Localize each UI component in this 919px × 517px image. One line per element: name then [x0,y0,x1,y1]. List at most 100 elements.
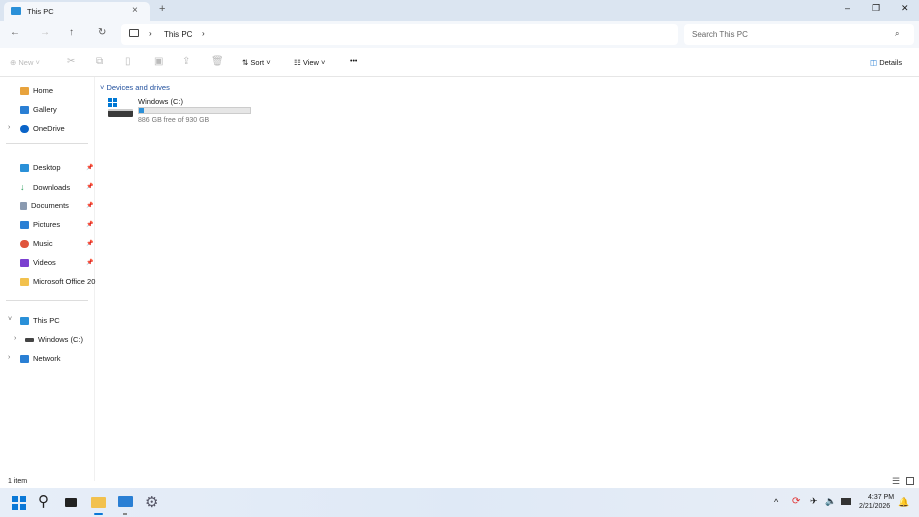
group-label: Devices and drives [106,83,170,92]
navigation-pane: Home Gallery › OneDrive Desktop 📌 ↓ Downlo… [0,77,95,481]
new-tab-button[interactable]: + [159,3,165,15]
expand-chevron-icon[interactable]: › [8,124,10,131]
label: Microsoft Office 20 [33,277,96,286]
drive-icon [108,109,133,117]
sort-button[interactable]: ⇅ Sort ˅ [242,58,271,67]
running-indicator [123,513,127,515]
task-view-icon[interactable] [65,498,77,507]
tiles-view-icon[interactable] [906,477,914,485]
label: Windows (C:) [38,335,84,344]
label: Home [33,86,54,95]
pin-icon: 📌 [86,165,94,171]
file-explorer-icon[interactable] [91,497,106,508]
details-button[interactable]: ◫ Details [870,58,902,67]
new-button[interactable]: ⊕ New ˅ [10,58,40,67]
label: Downloads [33,182,71,192]
start-button[interactable] [12,496,26,510]
sidebar-item-windows-c[interactable]: Windows (C:) [25,335,83,344]
pin-icon: 📌 [86,203,94,209]
drive-free-space: 886 GB free of 930 GB [138,117,210,124]
label: OneDrive [33,124,65,133]
minimize-button[interactable]: – [845,3,850,13]
search-placeholder: Search This PC [692,30,748,39]
sync-icon[interactable]: ⟳ [792,496,800,507]
sidebar-item-videos[interactable]: Videos [20,258,56,267]
share-icon[interactable]: ⇪ [182,56,190,67]
computer-icon [129,29,139,37]
collapse-chevron-icon[interactable]: ˅ [8,316,12,323]
clock-time[interactable]: 4:37 PM [868,494,894,501]
taskbar: ⚲ ⚙ ^ ⟳ ✈ 🔈 4:37 PM 2/21/2026 🔔 [0,488,919,517]
sidebar-item-gallery[interactable]: Gallery [20,105,57,114]
drive-usage-fill [139,108,145,113]
music-icon [20,239,29,248]
show-hidden-icons-icon[interactable]: ^ [774,497,778,507]
chevron-right-icon[interactable]: › [202,29,205,38]
refresh-icon[interactable]: ↻ [98,27,106,38]
sidebar-item-documents[interactable]: Documents [20,201,69,210]
sidebar-item-home[interactable]: Home [20,86,53,95]
clock-date[interactable]: 2/21/2026 [859,503,890,510]
view-button[interactable]: ☷ View ˅ [294,58,325,67]
pin-icon: 📌 [86,241,94,247]
notification-bell-icon[interactable]: 🔔 [898,497,909,508]
expand-chevron-icon[interactable]: › [8,354,10,361]
remote-desktop-icon[interactable] [118,496,133,507]
home-icon [20,86,29,95]
sidebar-item-this-pc[interactable]: This PC [20,316,60,325]
drive-name: Windows (C:) [138,97,184,106]
this-pc-icon [20,316,29,325]
command-bar: ⊕ New ˅ ✂ ⧉ ▯ ▣ ⇪ 🗑 ⇅ Sort ˅ ☷ View ˅ ••… [0,48,919,77]
details-view-icon[interactable]: ☰ [892,476,900,487]
search-icon[interactable]: ⚲ [38,492,49,510]
sidebar-item-music[interactable]: Music [20,239,53,248]
volume-icon[interactable]: 🔈 [825,496,836,507]
active-indicator [94,513,103,515]
drive-tile[interactable]: Windows (C:) 886 GB free of 930 GB [106,96,256,128]
cut-icon[interactable]: ✂ [67,56,75,67]
status-item-count: 1 item [8,478,28,485]
rename-icon[interactable]: ▣ [154,56,163,67]
search-input[interactable]: Search This PC ⌕ [684,24,914,45]
folder-icon [20,277,29,286]
sidebar-item-desktop[interactable]: Desktop [20,163,61,172]
address-bar[interactable]: › This PC › [121,24,678,45]
copy-icon[interactable]: ⧉ [96,56,103,67]
back-icon[interactable]: ← [10,27,20,38]
view-label: View [302,58,319,67]
paste-icon[interactable]: ▯ [125,56,131,67]
restore-button[interactable]: ❐ [872,3,880,14]
pin-icon: 📌 [86,184,94,190]
group-header[interactable]: ˅ Devices and drives [100,83,170,92]
label: Gallery [33,105,57,114]
delete-icon[interactable]: 🗑 [211,56,224,67]
sidebar-item-pictures[interactable]: Pictures [20,220,60,229]
close-tab-button[interactable]: × [132,5,138,16]
label: Videos [33,258,56,267]
tab-this-pc[interactable]: This PC × [4,2,150,21]
sidebar-item-onedrive[interactable]: OneDrive [20,124,65,133]
breadcrumb[interactable]: This PC [164,30,192,39]
forward-icon[interactable]: → [40,27,50,38]
pin-icon: 📌 [86,260,94,266]
chevron-right-icon: › [149,29,152,38]
settings-icon[interactable]: ⚙ [145,493,158,511]
sidebar-item-microsoft-office[interactable]: Microsoft Office 20 [20,277,95,286]
address-row: ← → ↑ ↻ › This PC › Search This PC ⌕ [0,21,919,48]
new-label: New [18,58,34,67]
battery-icon[interactable] [841,498,851,505]
sidebar-item-downloads[interactable]: ↓ Downloads [20,182,70,192]
expand-chevron-icon[interactable]: › [14,335,16,342]
more-options-button[interactable]: ••• [350,58,357,65]
divider [6,143,88,144]
network-icon[interactable]: ✈ [810,496,818,507]
content-area: ˅ Devices and drives Windows (C:) 886 GB… [96,77,919,481]
label: Documents [31,201,69,210]
title-bar: This PC × + – ❐ ✕ [0,0,919,21]
label: Music [33,239,53,248]
close-button[interactable]: ✕ [901,3,909,14]
desktop-icon [20,163,29,172]
label: Network [33,354,61,363]
sidebar-item-network[interactable]: Network [20,354,61,363]
up-icon[interactable]: ↑ [69,27,74,38]
